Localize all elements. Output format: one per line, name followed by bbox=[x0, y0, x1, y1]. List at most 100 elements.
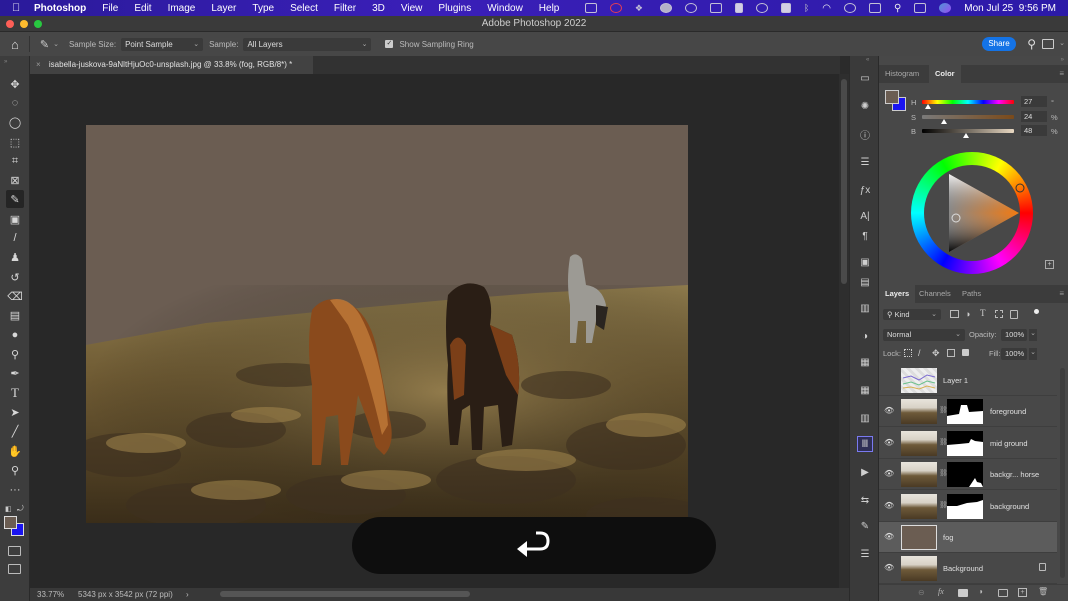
patterns-icon[interactable]: ▦ bbox=[857, 382, 873, 398]
layer-row[interactable]: 👁 ⛓ mid ground bbox=[879, 428, 1057, 459]
home-icon[interactable]: ⌂ bbox=[11, 37, 19, 52]
layer-row[interactable]: 👁 ⛓ background bbox=[879, 491, 1057, 522]
layer-row[interactable]: 👁 ⛓ foreground bbox=[879, 396, 1057, 428]
sample-size-select[interactable]: Point Sample ⌄ bbox=[121, 37, 204, 51]
layer-thumbnail[interactable] bbox=[901, 525, 937, 550]
opacity-dropdown-icon[interactable]: ⌄ bbox=[1029, 329, 1037, 341]
layer-name[interactable]: Layer 1 bbox=[943, 365, 968, 396]
blur-tool[interactable]: ● bbox=[6, 326, 24, 344]
filter-type-icon[interactable]: T bbox=[980, 308, 986, 318]
tab-paths[interactable]: Paths bbox=[956, 285, 987, 303]
character-icon[interactable]: A| bbox=[857, 208, 873, 224]
menu-layer[interactable]: Layer bbox=[211, 3, 236, 14]
layers-scrollbar[interactable] bbox=[1060, 368, 1065, 578]
layer-thumbnail[interactable] bbox=[901, 368, 937, 393]
brightness-slider-thumb[interactable] bbox=[962, 133, 969, 138]
delete-layer-icon[interactable]: 🗑 bbox=[1038, 587, 1048, 596]
saturation-slider[interactable] bbox=[922, 115, 1014, 119]
layer-name[interactable]: backgr... horse bbox=[990, 459, 1039, 490]
actions-icon[interactable]: ▶ bbox=[857, 464, 873, 480]
tab-histogram[interactable]: Histogram bbox=[879, 65, 925, 83]
brush-settings-icon[interactable]: ✺ bbox=[857, 98, 873, 114]
more-tools[interactable]: ··· bbox=[6, 481, 24, 499]
dodge-tool[interactable]: ⚲ bbox=[6, 345, 24, 363]
horizontal-scroll-thumb[interactable] bbox=[220, 591, 470, 597]
tab-channels[interactable]: Channels bbox=[913, 285, 957, 303]
gauge-icon[interactable] bbox=[755, 3, 768, 13]
fx-icon[interactable]: fx bbox=[938, 587, 944, 596]
path-select-tool[interactable]: ➤ bbox=[6, 403, 24, 421]
layer-name[interactable]: background bbox=[990, 491, 1029, 522]
color-wheel[interactable] bbox=[911, 152, 1033, 274]
eye-icon[interactable]: 👁 bbox=[884, 563, 894, 572]
airplay-icon[interactable] bbox=[709, 3, 722, 13]
foreground-color-swatch[interactable] bbox=[4, 516, 17, 529]
layer-mask-thumbnail[interactable] bbox=[947, 493, 983, 519]
fill-input[interactable]: 100% bbox=[1001, 348, 1027, 360]
object-select-tool[interactable]: ⬚ bbox=[6, 133, 24, 151]
hue-slider-thumb[interactable] bbox=[925, 104, 932, 109]
menu-help[interactable]: Help bbox=[539, 3, 560, 14]
lock-transparent-icon[interactable] bbox=[904, 349, 912, 357]
opacity-input[interactable]: 100% bbox=[1001, 329, 1027, 341]
grid-icon[interactable] bbox=[780, 3, 791, 13]
layer-row[interactable]: 👁 Background bbox=[879, 553, 1057, 585]
styles-icon[interactable]: ƒx bbox=[857, 182, 873, 198]
vertical-scroll-thumb[interactable] bbox=[841, 79, 847, 284]
menu-plugins[interactable]: Plugins bbox=[438, 3, 471, 14]
tool-preset-eyedropper-icon[interactable]: ✎ bbox=[40, 38, 49, 51]
layer-name[interactable]: fog bbox=[943, 522, 953, 553]
lock-image-icon[interactable]: / bbox=[918, 348, 921, 358]
eye-icon[interactable]: 👁 bbox=[884, 438, 894, 447]
brush-tool[interactable]: / bbox=[6, 229, 24, 247]
layer-mask-thumbnail[interactable] bbox=[947, 399, 983, 425]
eye-icon[interactable]: 👁 bbox=[884, 532, 894, 541]
paragraph-icon[interactable]: ¶ bbox=[857, 228, 873, 244]
menu-window[interactable]: Window bbox=[487, 3, 523, 14]
glyphs-icon[interactable]: ▥ bbox=[857, 300, 873, 316]
hue-value[interactable]: 27 bbox=[1021, 96, 1047, 107]
history-brush-tool[interactable]: ↺ bbox=[6, 268, 24, 286]
saturation-value[interactable]: 24 bbox=[1021, 111, 1047, 122]
layer-row[interactable]: 👁Layer 1 bbox=[879, 365, 1057, 396]
wifi-icon[interactable]: ◠ bbox=[822, 3, 831, 14]
show-sampling-ring-checkbox[interactable]: ✓ bbox=[385, 40, 394, 48]
panel-menu-icon[interactable]: ≡ bbox=[1059, 69, 1064, 78]
layer-name[interactable]: mid ground bbox=[990, 428, 1028, 459]
move-tool[interactable]: ✥ bbox=[6, 75, 24, 93]
layer-mask-thumbnail[interactable] bbox=[947, 430, 983, 456]
activity-icon[interactable] bbox=[609, 3, 622, 13]
close-tab-icon[interactable]: × bbox=[36, 60, 41, 69]
properties-sliders-icon[interactable]: ☰ bbox=[857, 546, 873, 562]
eraser-tool[interactable]: ⌫ bbox=[6, 287, 24, 305]
filter-toggle-icon[interactable] bbox=[1034, 309, 1039, 314]
healing-tool[interactable]: ▣ bbox=[6, 210, 24, 228]
globe-icon[interactable] bbox=[659, 3, 672, 13]
lasso-tool[interactable]: ◯ bbox=[6, 113, 24, 131]
blend-mode-select[interactable]: Normal ⌄ bbox=[883, 329, 965, 341]
tool-preset-chevron-icon[interactable]: ⌄ bbox=[53, 40, 59, 48]
eye-icon[interactable]: 👁 bbox=[884, 501, 894, 510]
dropbox-icon[interactable]: ❖ bbox=[635, 3, 647, 13]
eyedropper-tool[interactable]: ✎ bbox=[6, 190, 24, 208]
control-center-icon[interactable] bbox=[914, 3, 927, 13]
filter-pixel-icon[interactable] bbox=[950, 310, 959, 318]
menu-select[interactable]: Select bbox=[290, 3, 318, 14]
document-image[interactable] bbox=[86, 125, 688, 523]
battery-icon[interactable] bbox=[868, 3, 881, 13]
zoom-level[interactable]: 33.77% bbox=[37, 588, 64, 601]
collapse-toolbar-icon[interactable]: » bbox=[4, 59, 7, 65]
lock-position-icon[interactable]: ✥ bbox=[932, 348, 940, 359]
minimize-window-button[interactable] bbox=[20, 20, 28, 28]
crop-tool[interactable]: ⌗ bbox=[6, 152, 24, 170]
brightness-value[interactable]: 48 bbox=[1021, 125, 1047, 136]
tab-layers[interactable]: Layers bbox=[879, 285, 916, 303]
swap-colors-icon[interactable]: ⤾ bbox=[17, 504, 24, 514]
spotlight-icon[interactable]: ⚲ bbox=[894, 3, 901, 14]
saturation-slider-thumb[interactable] bbox=[940, 119, 947, 124]
menu-file[interactable]: File bbox=[102, 3, 118, 14]
search-icon[interactable]: ⚲ bbox=[1027, 37, 1036, 51]
line-tool[interactable]: ╱ bbox=[6, 422, 24, 440]
apple-menu-icon[interactable]:  bbox=[12, 2, 24, 14]
properties-icon[interactable]: ☰ bbox=[857, 154, 873, 170]
